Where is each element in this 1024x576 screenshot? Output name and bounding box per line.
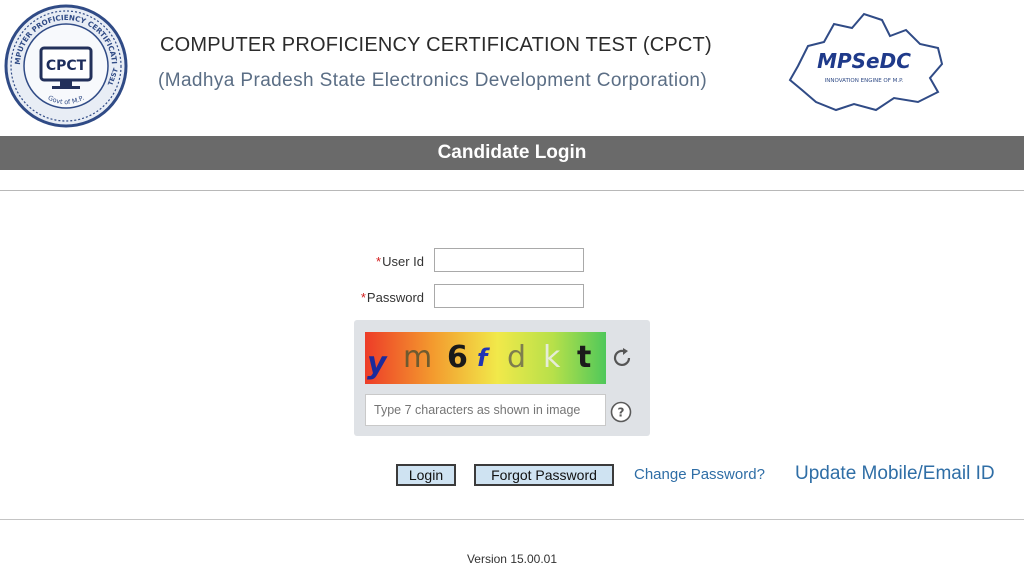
captcha-image: y m 6 f d k t [365,332,606,384]
help-icon[interactable]: ? [610,401,632,423]
cpct-seal-logo: COMPUTER PROFICIENCY CERTIFICATION Govt … [4,4,128,128]
captcha-char: k [543,340,561,375]
password-label: *Password [352,290,424,305]
seal-center-text: CPCT [46,58,87,74]
captcha-char: f [477,344,488,372]
login-banner: Candidate Login [0,136,1024,170]
mpsedc-logo-text: MPSeDC [817,49,911,73]
divider-top [0,190,1024,191]
captcha-input[interactable] [365,394,606,426]
svg-text:?: ? [618,406,625,420]
page-title: COMPUTER PROFICIENCY CERTIFICATION TEST … [160,34,712,56]
mpsedc-logo: MPSeDC INNOVATION ENGINE OF M.P. [788,12,944,112]
required-mark: * [360,290,366,305]
divider-bottom [0,519,1024,520]
required-mark: * [376,254,382,269]
captcha-char: m [403,340,433,375]
page-subtitle: (Madhya Pradesh State Electronics Develo… [158,70,708,91]
update-mobile-email-link[interactable]: Update Mobile/Email ID [795,463,995,485]
captcha-char: y [367,346,387,381]
captcha-char: t [577,340,592,375]
forgot-password-button[interactable]: Forgot Password [474,464,614,486]
version-text: Version 15.00.01 [466,552,558,566]
password-input[interactable] [434,284,584,308]
user-id-label-text: User Id [382,254,424,269]
page-header: COMPUTER PROFICIENCY CERTIFICATION Govt … [0,0,1024,136]
captcha-char: 6 [447,340,468,375]
login-button[interactable]: Login [396,464,456,486]
user-id-input[interactable] [434,248,584,272]
change-password-link[interactable]: Change Password? [634,466,765,483]
mpsedc-tagline: INNOVATION ENGINE OF M.P. [825,78,904,84]
refresh-icon[interactable] [610,346,634,370]
user-id-label: *User Id [368,254,424,269]
captcha-char: d [507,340,527,375]
password-label-text: Password [366,290,424,305]
